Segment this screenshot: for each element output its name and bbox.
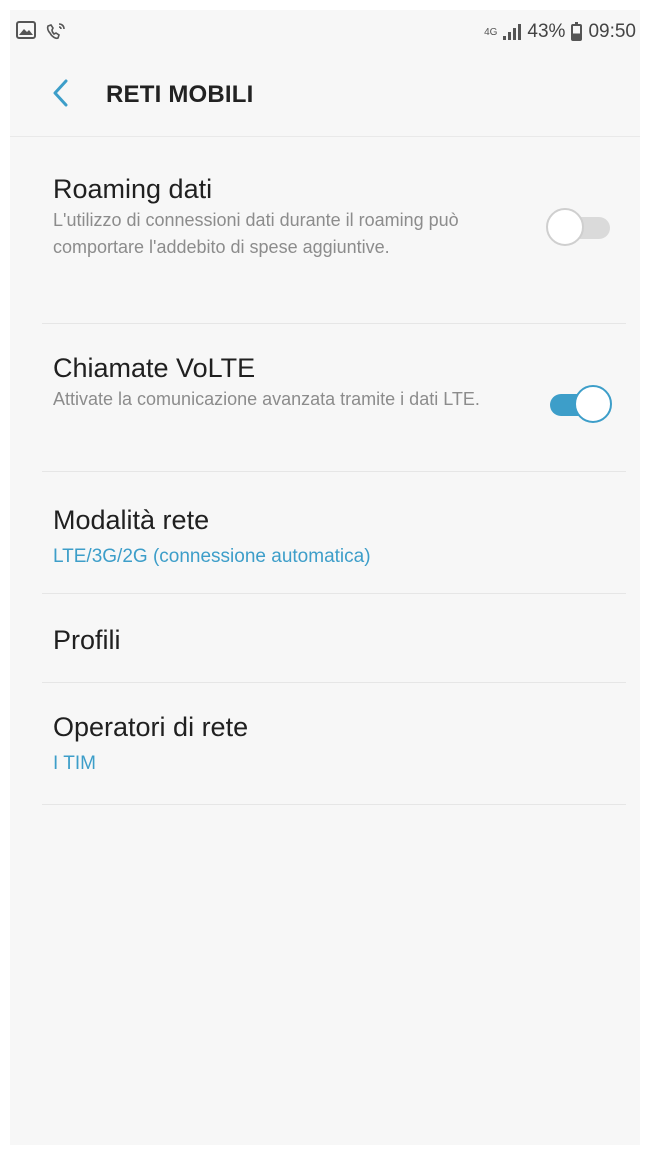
setting-network-operators[interactable]: Operatori di rete I TIM (42, 683, 626, 805)
chevron-left-icon (52, 79, 68, 112)
toggle-thumb (546, 208, 584, 246)
clock: 09:50 (588, 21, 636, 42)
setting-volte-calls[interactable]: Chiamate VoLTE Attivate la comunicazione… (42, 324, 626, 472)
setting-description: L'utilizzo di connessioni dati durante i… (53, 210, 459, 257)
roaming-toggle[interactable] (546, 207, 612, 247)
gallery-icon (16, 20, 36, 44)
setting-title: Profili (53, 625, 121, 655)
wifi-calling-icon (46, 20, 68, 45)
status-bar: 4G 43% 09:50 (10, 10, 640, 54)
setting-value: I TIM (53, 753, 96, 774)
signal-icon (503, 24, 522, 40)
status-right: 4G 43% 09:50 (484, 21, 636, 43)
battery-percent: 43% (527, 21, 566, 42)
setting-description: Attivate la comunicazione avanzata trami… (53, 389, 480, 409)
setting-profiles[interactable]: Profili (42, 594, 626, 683)
setting-title: Roaming dati (53, 174, 213, 204)
setting-title: Chiamate VoLTE (53, 353, 256, 383)
settings-list: Roaming dati L'utilizzo di connessioni d… (42, 137, 626, 805)
network-type-label: 4G (484, 26, 498, 38)
setting-value: LTE/3G/2G (connessione automatica) (53, 546, 371, 567)
app-header: RETI MOBILI (10, 54, 640, 136)
setting-network-mode[interactable]: Modalità rete LTE/3G/2G (connessione aut… (42, 472, 626, 594)
volte-toggle[interactable] (546, 384, 612, 424)
battery-icon (571, 21, 583, 41)
toggle-thumb (574, 385, 612, 423)
setting-title: Modalità rete (53, 505, 210, 535)
page-title: RETI MOBILI (106, 81, 254, 108)
setting-roaming-data[interactable]: Roaming dati L'utilizzo di connessioni d… (42, 137, 626, 324)
setting-title: Operatori di rete (53, 712, 249, 742)
status-left-icons (16, 20, 68, 45)
back-button[interactable] (40, 75, 80, 115)
settings-screen: 4G 43% 09:50 RETI MOBILI Roaming dati L'… (10, 10, 640, 1145)
